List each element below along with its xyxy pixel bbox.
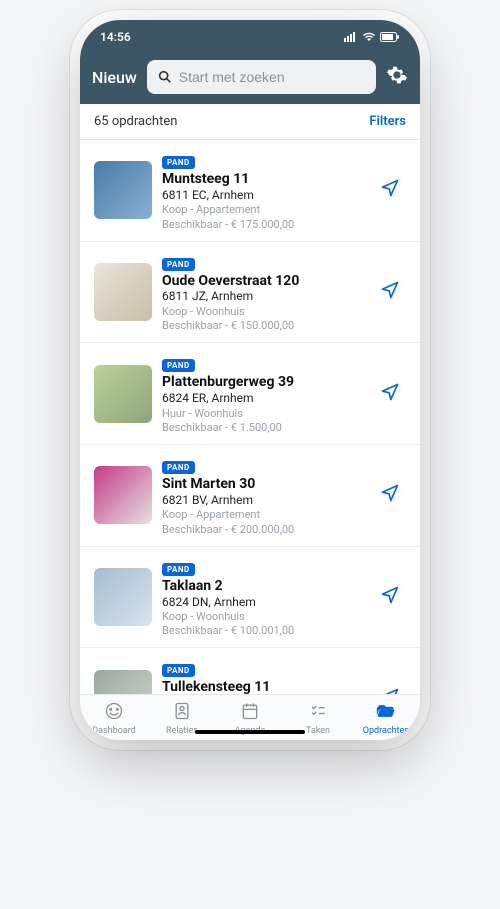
listing-location: 6824 ER, Arnhem [162,391,364,407]
listing-thumbnail [94,670,152,694]
listing-item[interactable]: PAND Sint Marten 306821 BV, ArnhemKoop - … [80,445,420,547]
listing-badge: PAND [162,258,195,271]
tab-icon [172,701,192,724]
tab-icon [240,701,260,724]
listing-item[interactable]: PAND Oude Oeverstraat 1206811 JZ, ArnhemK… [80,242,420,344]
search-input[interactable] [179,69,366,85]
listings-list[interactable]: PANDMuntsteeg 116811 EC, ArnhemKoop - Ap… [80,140,420,694]
listing-item[interactable]: PANDTullekensteeg 116811 GE, ArnhemKoop … [80,648,420,694]
tab-label: Relaties [166,726,198,736]
search-box[interactable] [147,60,376,94]
listing-content: PAND Taklaan 26824 DN, ArnhemKoop - Woonh… [162,557,364,638]
navigate-button[interactable] [374,274,406,310]
listing-badge: PAND [162,563,195,576]
listing-status: Beschikbaar - € 200.000,00 [162,523,364,536]
listing-title: Taklaan 2 [162,578,364,595]
navigate-button[interactable] [374,579,406,615]
status-bar: 14:56 [80,20,420,54]
listing-location: 6824 DN, Arnhem [162,595,364,611]
listing-content: PAND Plattenburgerweg 396824 ER, ArnhemHu… [162,353,364,434]
tab-label: Opdrachten [363,726,409,736]
listing-badge: PAND [162,156,195,169]
listing-status: Beschikbaar - € 100.001,00 [162,624,364,637]
results-count: 65 opdrachten [94,114,177,129]
tab-dashboard[interactable]: Dashboard [80,701,148,736]
listing-meta: Koop - Appartement [162,203,364,217]
listing-item[interactable]: PAND Plattenburgerweg 396824 ER, ArnhemHu… [80,343,420,445]
app-header: Nieuw [80,54,420,104]
listing-title: Tullekensteeg 11 [162,679,364,694]
listing-meta: Huur - Woonhuis [162,407,364,421]
listing-location: 6821 BV, Arnhem [162,493,364,509]
listing-thumbnail [94,365,152,423]
listing-title: Muntsteeg 11 [162,171,364,188]
listing-content: PAND Sint Marten 306821 BV, ArnhemKoop - … [162,455,364,536]
listing-item[interactable]: PAND Taklaan 26824 DN, ArnhemKoop - Woonh… [80,547,420,649]
listing-status: Beschikbaar - € 175.000,00 [162,218,364,231]
listing-thumbnail [94,263,152,321]
listing-meta: Koop - Appartement [162,508,364,522]
listing-title: Plattenburgerweg 39 [162,374,364,391]
home-indicator [195,730,305,734]
navigate-icon [380,285,400,304]
gear-icon [386,64,408,86]
filters-button[interactable]: Filters [369,114,406,129]
listing-badge: PAND [162,664,195,677]
listing-badge: PAND [162,359,195,372]
navigate-button[interactable] [374,172,406,208]
tab-label: Dashboard [92,726,136,736]
listing-status: Beschikbaar - € 150.000,00 [162,319,364,332]
tab-label: Taken [306,726,330,736]
listing-meta: Koop - Woonhuis [162,305,364,319]
navigate-button[interactable] [374,376,406,412]
listing-title: Sint Marten 30 [162,476,364,493]
tab-icon [376,701,396,724]
navigate-icon [380,488,400,507]
listing-title: Oude Oeverstraat 120 [162,273,364,290]
listing-thumbnail [94,161,152,219]
status-time: 14:56 [100,30,131,44]
tab-icon [104,701,124,724]
status-indicators [344,32,400,42]
tab-opdrachten[interactable]: Opdrachten [352,701,420,736]
navigate-icon [380,590,400,609]
listing-location: 6811 JZ, Arnhem [162,289,364,305]
settings-button[interactable] [386,64,408,90]
listing-thumbnail [94,466,152,524]
listing-content: PANDTullekensteeg 116811 GE, ArnhemKoop … [162,658,364,694]
listing-location: 6811 EC, Arnhem [162,188,364,204]
subheader: 65 opdrachten Filters [80,104,420,140]
listing-meta: Koop - Woonhuis [162,610,364,624]
navigate-button[interactable] [374,681,406,694]
phone-frame: 14:56 Nieuw 65 opdrachten Filters PAND Mu… [80,20,420,740]
listing-badge: PAND [162,461,195,474]
listing-item[interactable]: PAND Muntsteeg 116811 EC, ArnhemKoop - Ap… [80,140,420,242]
navigate-icon [380,387,400,406]
listing-content: PAND Oude Oeverstraat 1206811 JZ, ArnhemK… [162,252,364,333]
listing-content: PAND Muntsteeg 116811 EC, ArnhemKoop - Ap… [162,150,364,231]
header-title: Nieuw [92,68,137,87]
search-icon [157,69,173,85]
tab-icon [308,701,328,724]
listing-status: Beschikbaar - € 1.500,00 [162,421,364,434]
navigate-icon [380,183,400,202]
listing-thumbnail [94,568,152,626]
navigate-button[interactable] [374,477,406,513]
